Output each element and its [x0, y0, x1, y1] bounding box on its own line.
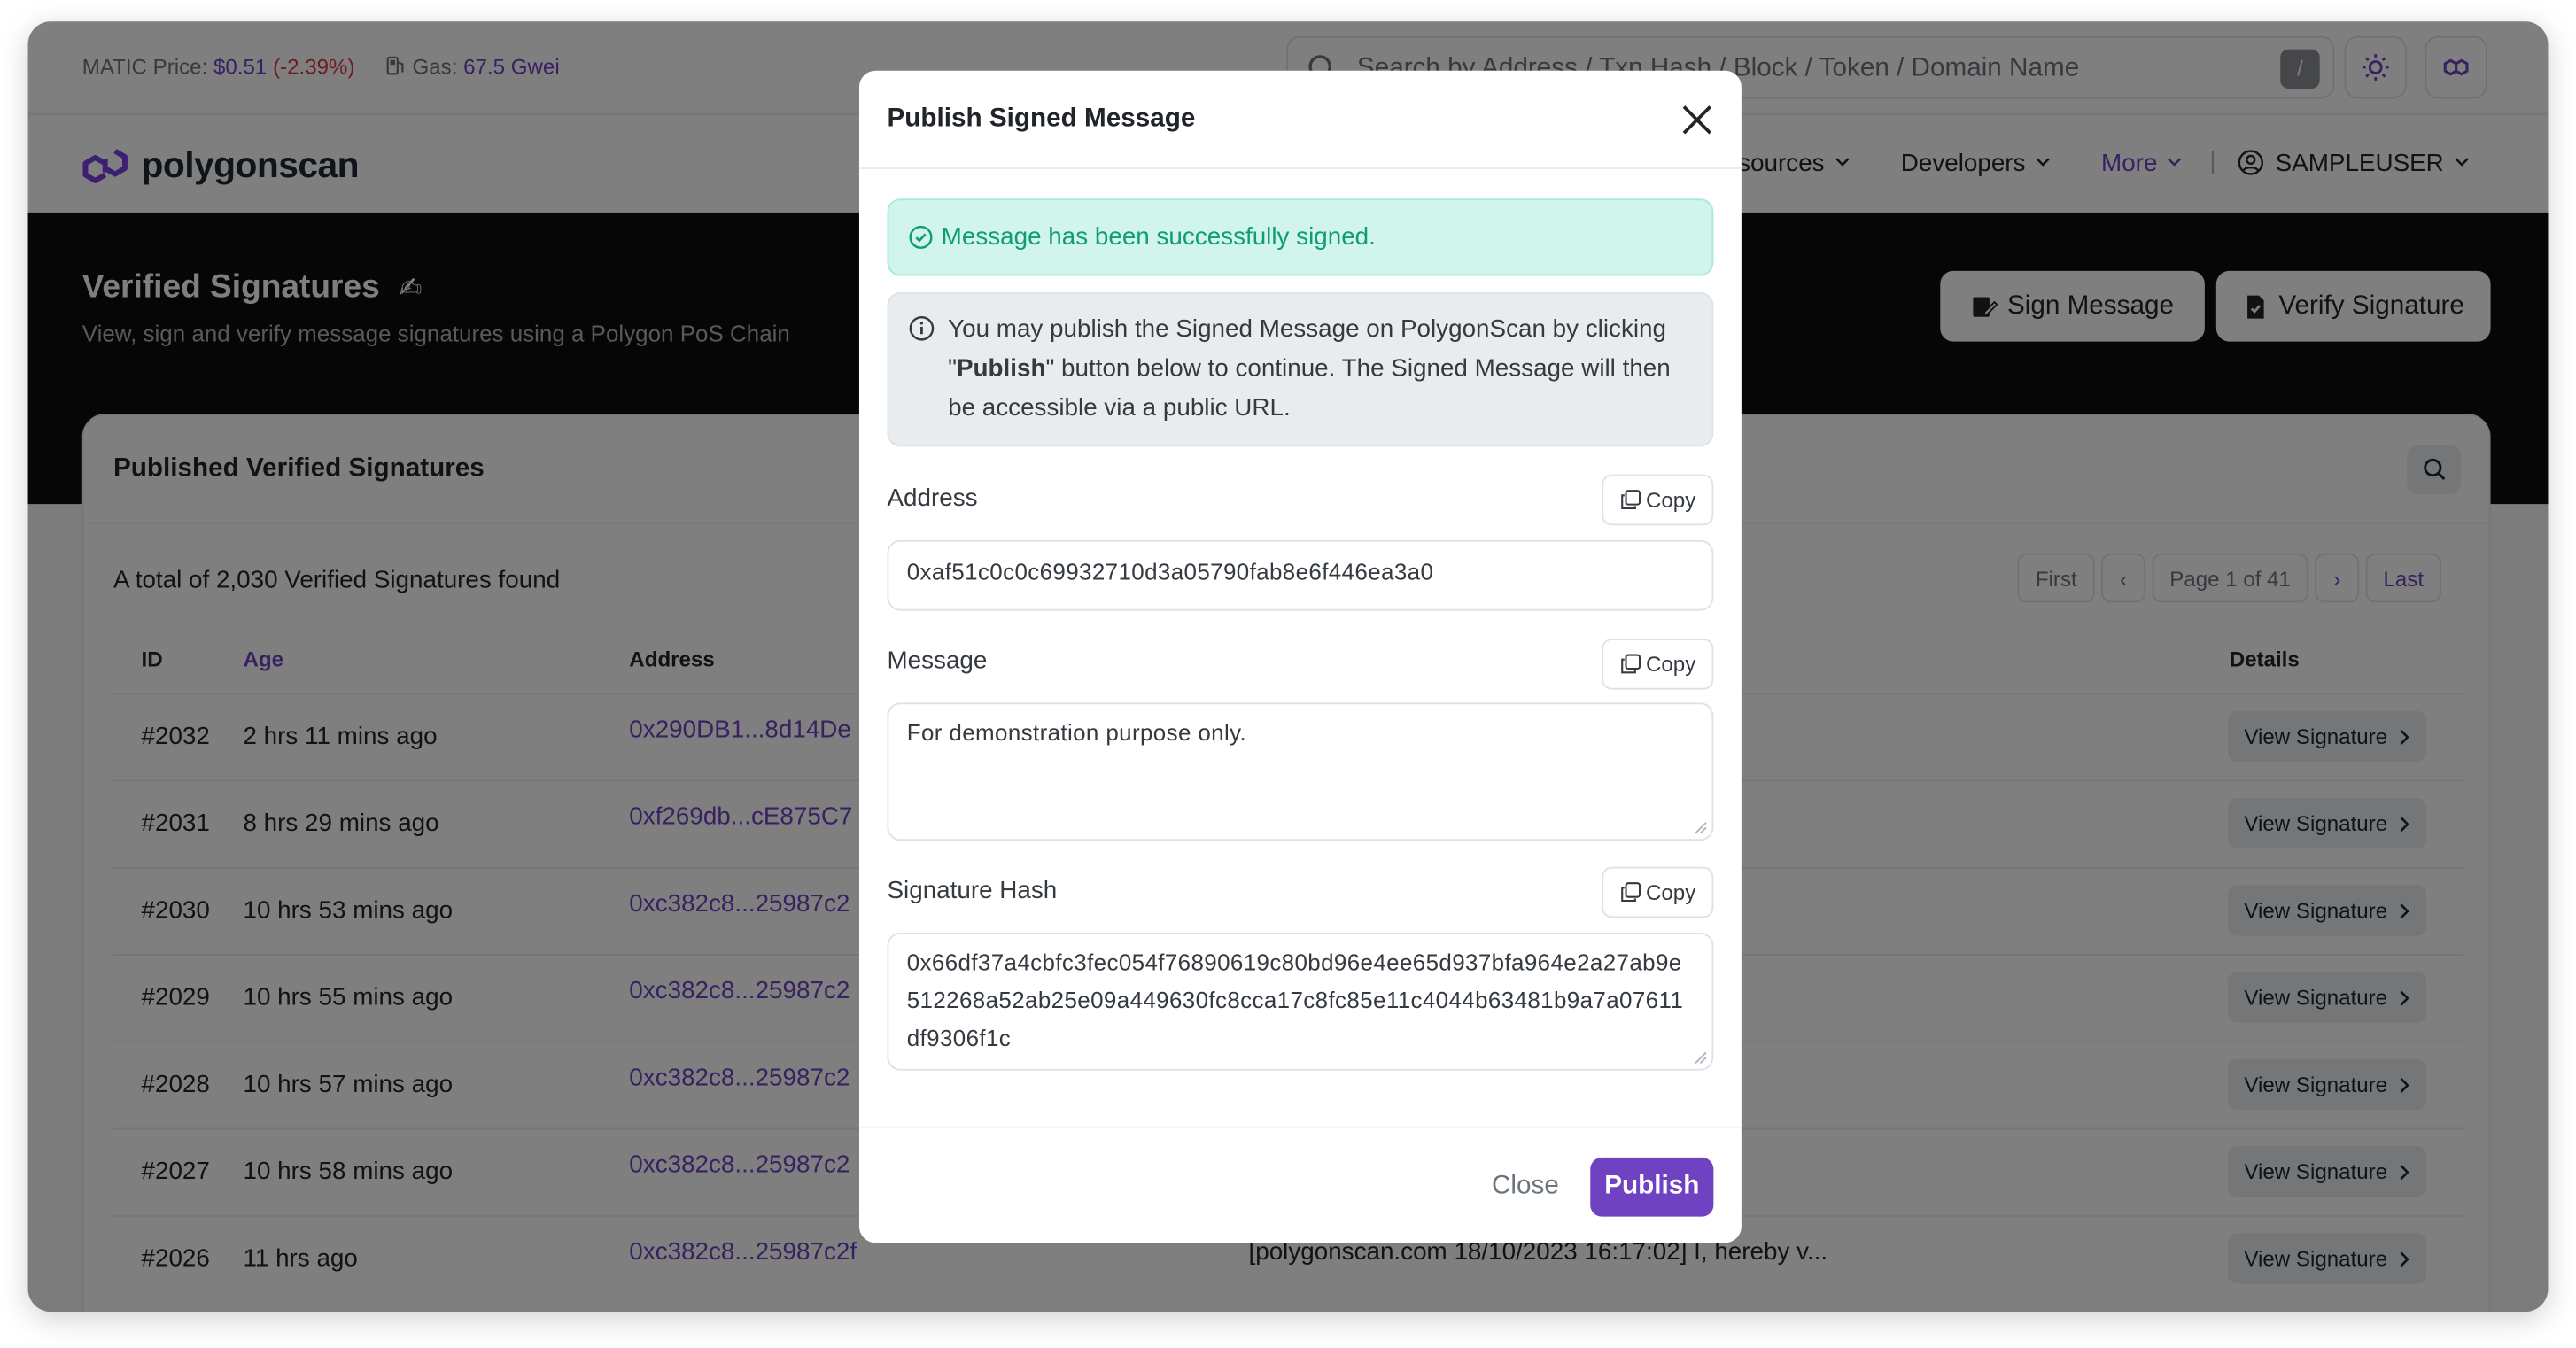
address-label: Address — [887, 484, 978, 513]
info-text-bold: Publish — [956, 354, 1046, 383]
check-circle-icon — [909, 225, 933, 249]
modal-footer: Close Publish — [858, 1126, 1742, 1243]
copy-icon — [1620, 490, 1641, 509]
hash-text: 0x66df37a4cbfc3fec054f76890619c80bd96e4e… — [906, 949, 1684, 1051]
publish-button[interactable]: Publish — [1590, 1157, 1714, 1217]
copy-icon — [1620, 882, 1641, 903]
close-icon[interactable] — [1679, 102, 1715, 138]
copy-message-button[interactable]: Copy — [1602, 639, 1714, 690]
signature-hash-field[interactable]: 0x66df37a4cbfc3fec054f76890619c80bd96e4e… — [887, 932, 1714, 1071]
copy-hash-button[interactable]: Copy — [1602, 866, 1714, 918]
modal-header: Publish Signed Message — [858, 71, 1742, 169]
address-field[interactable]: 0xaf51c0c0c69932710d3a05790fab8e6f446ea3… — [887, 539, 1714, 611]
publish-modal: Publish Signed Message Message has been … — [858, 70, 1742, 1243]
success-text: Message has been successfully signed. — [941, 223, 1376, 252]
copy-icon — [1620, 654, 1641, 674]
info-text-post: " button below to continue. The Signed M… — [948, 354, 1671, 422]
info-alert: You may publish the Signed Message on Po… — [887, 291, 1714, 447]
info-text: You may publish the Signed Message on Po… — [948, 310, 1695, 428]
resize-grip-icon[interactable] — [1694, 1050, 1707, 1064]
hash-label: Signature Hash — [887, 876, 1058, 905]
resize-grip-icon[interactable] — [1694, 821, 1707, 834]
success-alert: Message has been successfully signed. — [887, 198, 1714, 276]
copy-address-button[interactable]: Copy — [1602, 474, 1714, 526]
page-root: MATIC Price: $0.51 (-2.39%) Gas: 67.5 Gw… — [0, 0, 2576, 1348]
copy-label: Copy — [1645, 487, 1696, 513]
copy-label: Copy — [1645, 651, 1696, 677]
info-icon — [909, 315, 935, 341]
copy-label: Copy — [1645, 879, 1696, 905]
message-label: Message — [887, 647, 988, 675]
message-field[interactable]: For demonstration purpose only. — [887, 702, 1714, 841]
message-text: For demonstration purpose only. — [906, 718, 1247, 746]
close-button[interactable]: Close — [1492, 1173, 1559, 1202]
modal-title: Publish Signed Message — [887, 105, 1196, 134]
